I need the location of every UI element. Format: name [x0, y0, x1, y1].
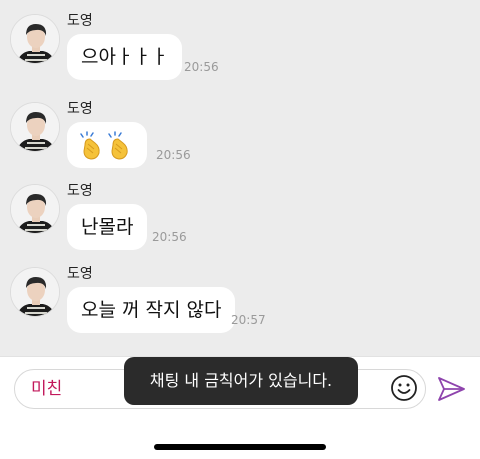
- send-icon: [438, 377, 465, 401]
- message-row: 도영 20:56: [0, 88, 480, 168]
- avatar[interactable]: [10, 102, 60, 152]
- chat-area: 도영 으아ㅏㅏㅏ 20:56 도영 20:56 도영 난몰라 20:56 도영 …: [0, 0, 480, 356]
- message-time: 20:56: [184, 60, 219, 74]
- message-row: 도영 난몰라 20:56: [0, 170, 480, 250]
- avatar[interactable]: [10, 14, 60, 64]
- sender-name: 도영: [67, 101, 93, 117]
- message-time: 20:56: [152, 230, 187, 244]
- message-row: 도영 으아ㅏㅏㅏ 20:56: [0, 0, 480, 80]
- profile-photo-icon: [11, 103, 59, 151]
- message-bubble[interactable]: 으아ㅏㅏㅏ: [67, 34, 183, 80]
- toast-message: 채팅 내 금칙어가 있습니다.: [124, 357, 358, 405]
- profile-photo-icon: [11, 185, 59, 233]
- profile-photo-icon: [11, 15, 59, 63]
- message-input-value: 미친: [31, 379, 63, 399]
- avatar[interactable]: [10, 184, 60, 234]
- home-indicator[interactable]: [154, 444, 326, 450]
- sender-name: 도영: [67, 266, 93, 282]
- clapping-hands-icon: [80, 130, 128, 160]
- emoji-button[interactable]: [390, 374, 418, 402]
- avatar[interactable]: [10, 267, 60, 317]
- send-button[interactable]: [436, 375, 466, 403]
- smiley-icon: [391, 375, 417, 401]
- sender-name: 도영: [67, 13, 93, 29]
- message-bubble[interactable]: [67, 122, 147, 168]
- message-bubble[interactable]: 오늘 꺼 작지 않다: [67, 287, 236, 333]
- profile-photo-icon: [11, 268, 59, 316]
- message-time: 20:57: [231, 313, 266, 327]
- message-bubble[interactable]: 난몰라: [67, 204, 148, 250]
- sender-name: 도영: [67, 183, 93, 199]
- message-row: 도영 오늘 꺼 작지 않다 20:57: [0, 253, 480, 333]
- message-time: 20:56: [156, 148, 191, 162]
